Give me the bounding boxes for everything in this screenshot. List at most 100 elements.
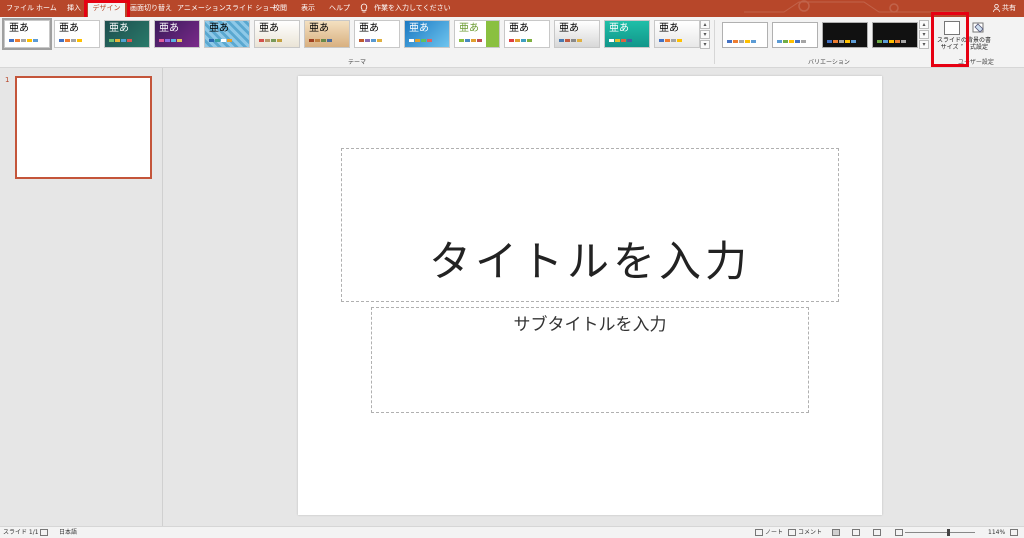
tab-review[interactable]: 校閲 <box>270 0 290 17</box>
theme-preview-text: 亜あ <box>459 23 479 34</box>
tab-transitions[interactable]: 画面切り替え <box>127 0 175 17</box>
scroll-down-icon[interactable]: ▾ <box>700 30 710 39</box>
notes-button[interactable]: ノート <box>765 529 783 537</box>
group-label-themes: テーマ <box>348 59 367 66</box>
theme-preview-text: 亜あ <box>59 23 79 34</box>
variant-color-swatch <box>827 40 856 43</box>
theme-gallery-scroll[interactable]: ▴ ▾ ▾ <box>700 20 710 50</box>
theme-preview-text: 亜あ <box>9 23 29 34</box>
subtitle-placeholder-text: サブタイトルを入力 <box>513 315 667 335</box>
theme-color-swatch <box>59 39 82 42</box>
highlight-box-slide-size <box>931 12 969 67</box>
theme-color-swatch <box>609 39 632 42</box>
theme-11[interactable]: 亜あ <box>504 20 550 48</box>
title-placeholder-text: タイトルを入力 <box>428 237 751 286</box>
person-icon <box>993 4 1000 12</box>
theme-preview-text: 亜あ <box>309 23 329 34</box>
theme-4[interactable]: 亜あ <box>154 20 200 48</box>
theme-preview-text: 亜あ <box>209 23 229 34</box>
tab-insert[interactable]: 挿入 <box>64 0 84 17</box>
theme-color-swatch <box>259 39 282 42</box>
tab-help[interactable]: ヘルプ <box>326 0 353 17</box>
notes-icon[interactable] <box>755 529 763 536</box>
slide-thumbnails-pane: 1 <box>0 68 163 526</box>
theme-8[interactable]: 亜あ <box>354 20 400 48</box>
slide-number: 1 <box>5 76 10 84</box>
reading-view-icon[interactable] <box>873 529 881 536</box>
share-button[interactable]: 共有 <box>993 0 1016 17</box>
tab-home[interactable]: ホーム <box>33 0 60 17</box>
theme-9[interactable]: 亜あ <box>404 20 450 48</box>
theme-preview-text: 亜あ <box>509 23 529 34</box>
theme-color-swatch <box>659 39 682 42</box>
ribbon: 亜あ 亜あ 亜あ 亜あ 亜あ 亜あ 亜あ 亜あ 亜あ 亜あ 亜あ 亜あ 亜あ 亜… <box>0 17 1024 68</box>
theme-7[interactable]: 亜あ <box>304 20 350 48</box>
slideshow-icon[interactable] <box>895 529 903 536</box>
gallery-expand-icon[interactable]: ▾ <box>919 40 929 49</box>
normal-view-icon[interactable] <box>832 529 840 536</box>
theme-2[interactable]: 亜あ <box>54 20 100 48</box>
theme-preview-text: 亜あ <box>659 23 679 34</box>
variant-3[interactable] <box>822 22 868 48</box>
theme-color-swatch <box>159 39 182 42</box>
share-label: 共有 <box>1002 4 1016 12</box>
slide-count: スライド 1/1 <box>3 529 39 536</box>
variant-gallery-scroll[interactable]: ▴ ▾ ▾ <box>919 20 929 50</box>
tab-file[interactable]: ファイル <box>3 0 37 17</box>
theme-preview-text: 亜あ <box>259 23 279 34</box>
theme-color-swatch <box>409 39 432 42</box>
theme-color-swatch <box>509 39 532 42</box>
fit-to-window-icon[interactable] <box>1010 529 1018 536</box>
theme-5[interactable]: 亜あ <box>204 20 250 48</box>
variant-color-swatch <box>777 40 806 43</box>
subtitle-placeholder[interactable]: サブタイトルを入力 <box>371 307 809 413</box>
variant-1[interactable] <box>722 22 768 48</box>
scroll-up-icon[interactable]: ▴ <box>700 20 710 29</box>
theme-color-swatch <box>359 39 382 42</box>
comments-icon[interactable] <box>788 529 796 536</box>
theme-13[interactable]: 亜あ <box>604 20 650 48</box>
zoom-level[interactable]: 114% <box>988 529 1005 537</box>
theme-color-swatch <box>109 39 132 42</box>
theme-color-swatch <box>9 39 38 42</box>
status-bar: スライド 1/1 日本語 ノート コメント 114% <box>0 526 1024 538</box>
theme-3[interactable]: 亜あ <box>104 20 150 48</box>
theme-preview-text: 亜あ <box>109 23 129 34</box>
group-divider <box>714 20 715 64</box>
slide-canvas: タイトルを入力 サブタイトルを入力 <box>298 76 882 515</box>
theme-preview-text: 亜あ <box>559 23 579 34</box>
theme-preview-text: 亜あ <box>159 23 179 34</box>
variant-color-swatch <box>727 40 756 43</box>
theme-12[interactable]: 亜あ <box>554 20 600 48</box>
tab-view[interactable]: 表示 <box>298 0 318 17</box>
variant-color-swatch <box>877 40 906 43</box>
gallery-expand-icon[interactable]: ▾ <box>700 40 710 49</box>
theme-preview-text: 亜あ <box>609 23 629 34</box>
comments-button[interactable]: コメント <box>798 529 822 537</box>
lightbulb-icon <box>360 3 368 13</box>
ribbon-tab-bar: ファイル ホーム 挿入 デザイン 画面切り替え アニメーション スライド ショー… <box>0 0 1024 17</box>
theme-preview-text: 亜あ <box>409 23 429 34</box>
theme-14[interactable]: 亜あ <box>654 20 700 48</box>
variant-2[interactable] <box>772 22 818 48</box>
tab-animations[interactable]: アニメーション <box>174 0 229 17</box>
scroll-down-icon[interactable]: ▾ <box>919 30 929 39</box>
theme-10[interactable]: 亜あ <box>454 20 500 48</box>
accessibility-icon[interactable] <box>40 529 48 536</box>
group-label-variants: バリエーション <box>808 59 850 66</box>
zoom-slider[interactable] <box>905 532 975 533</box>
zoom-slider-handle[interactable] <box>947 529 950 536</box>
scroll-up-icon[interactable]: ▴ <box>919 20 929 29</box>
title-placeholder[interactable]: タイトルを入力 <box>341 148 839 302</box>
theme-color-swatch <box>459 39 482 42</box>
theme-color-swatch <box>309 39 332 42</box>
tell-me-search[interactable]: 作業を入力してください <box>371 0 454 17</box>
theme-color-swatch <box>209 39 232 42</box>
slide-thumbnail-1[interactable] <box>15 76 152 179</box>
slide-sorter-icon[interactable] <box>852 529 860 536</box>
theme-6[interactable]: 亜あ <box>254 20 300 48</box>
theme-preview-text: 亜あ <box>359 23 379 34</box>
variant-4[interactable] <box>872 22 918 48</box>
theme-office[interactable]: 亜あ <box>2 18 52 50</box>
language-indicator[interactable]: 日本語 <box>59 529 77 537</box>
